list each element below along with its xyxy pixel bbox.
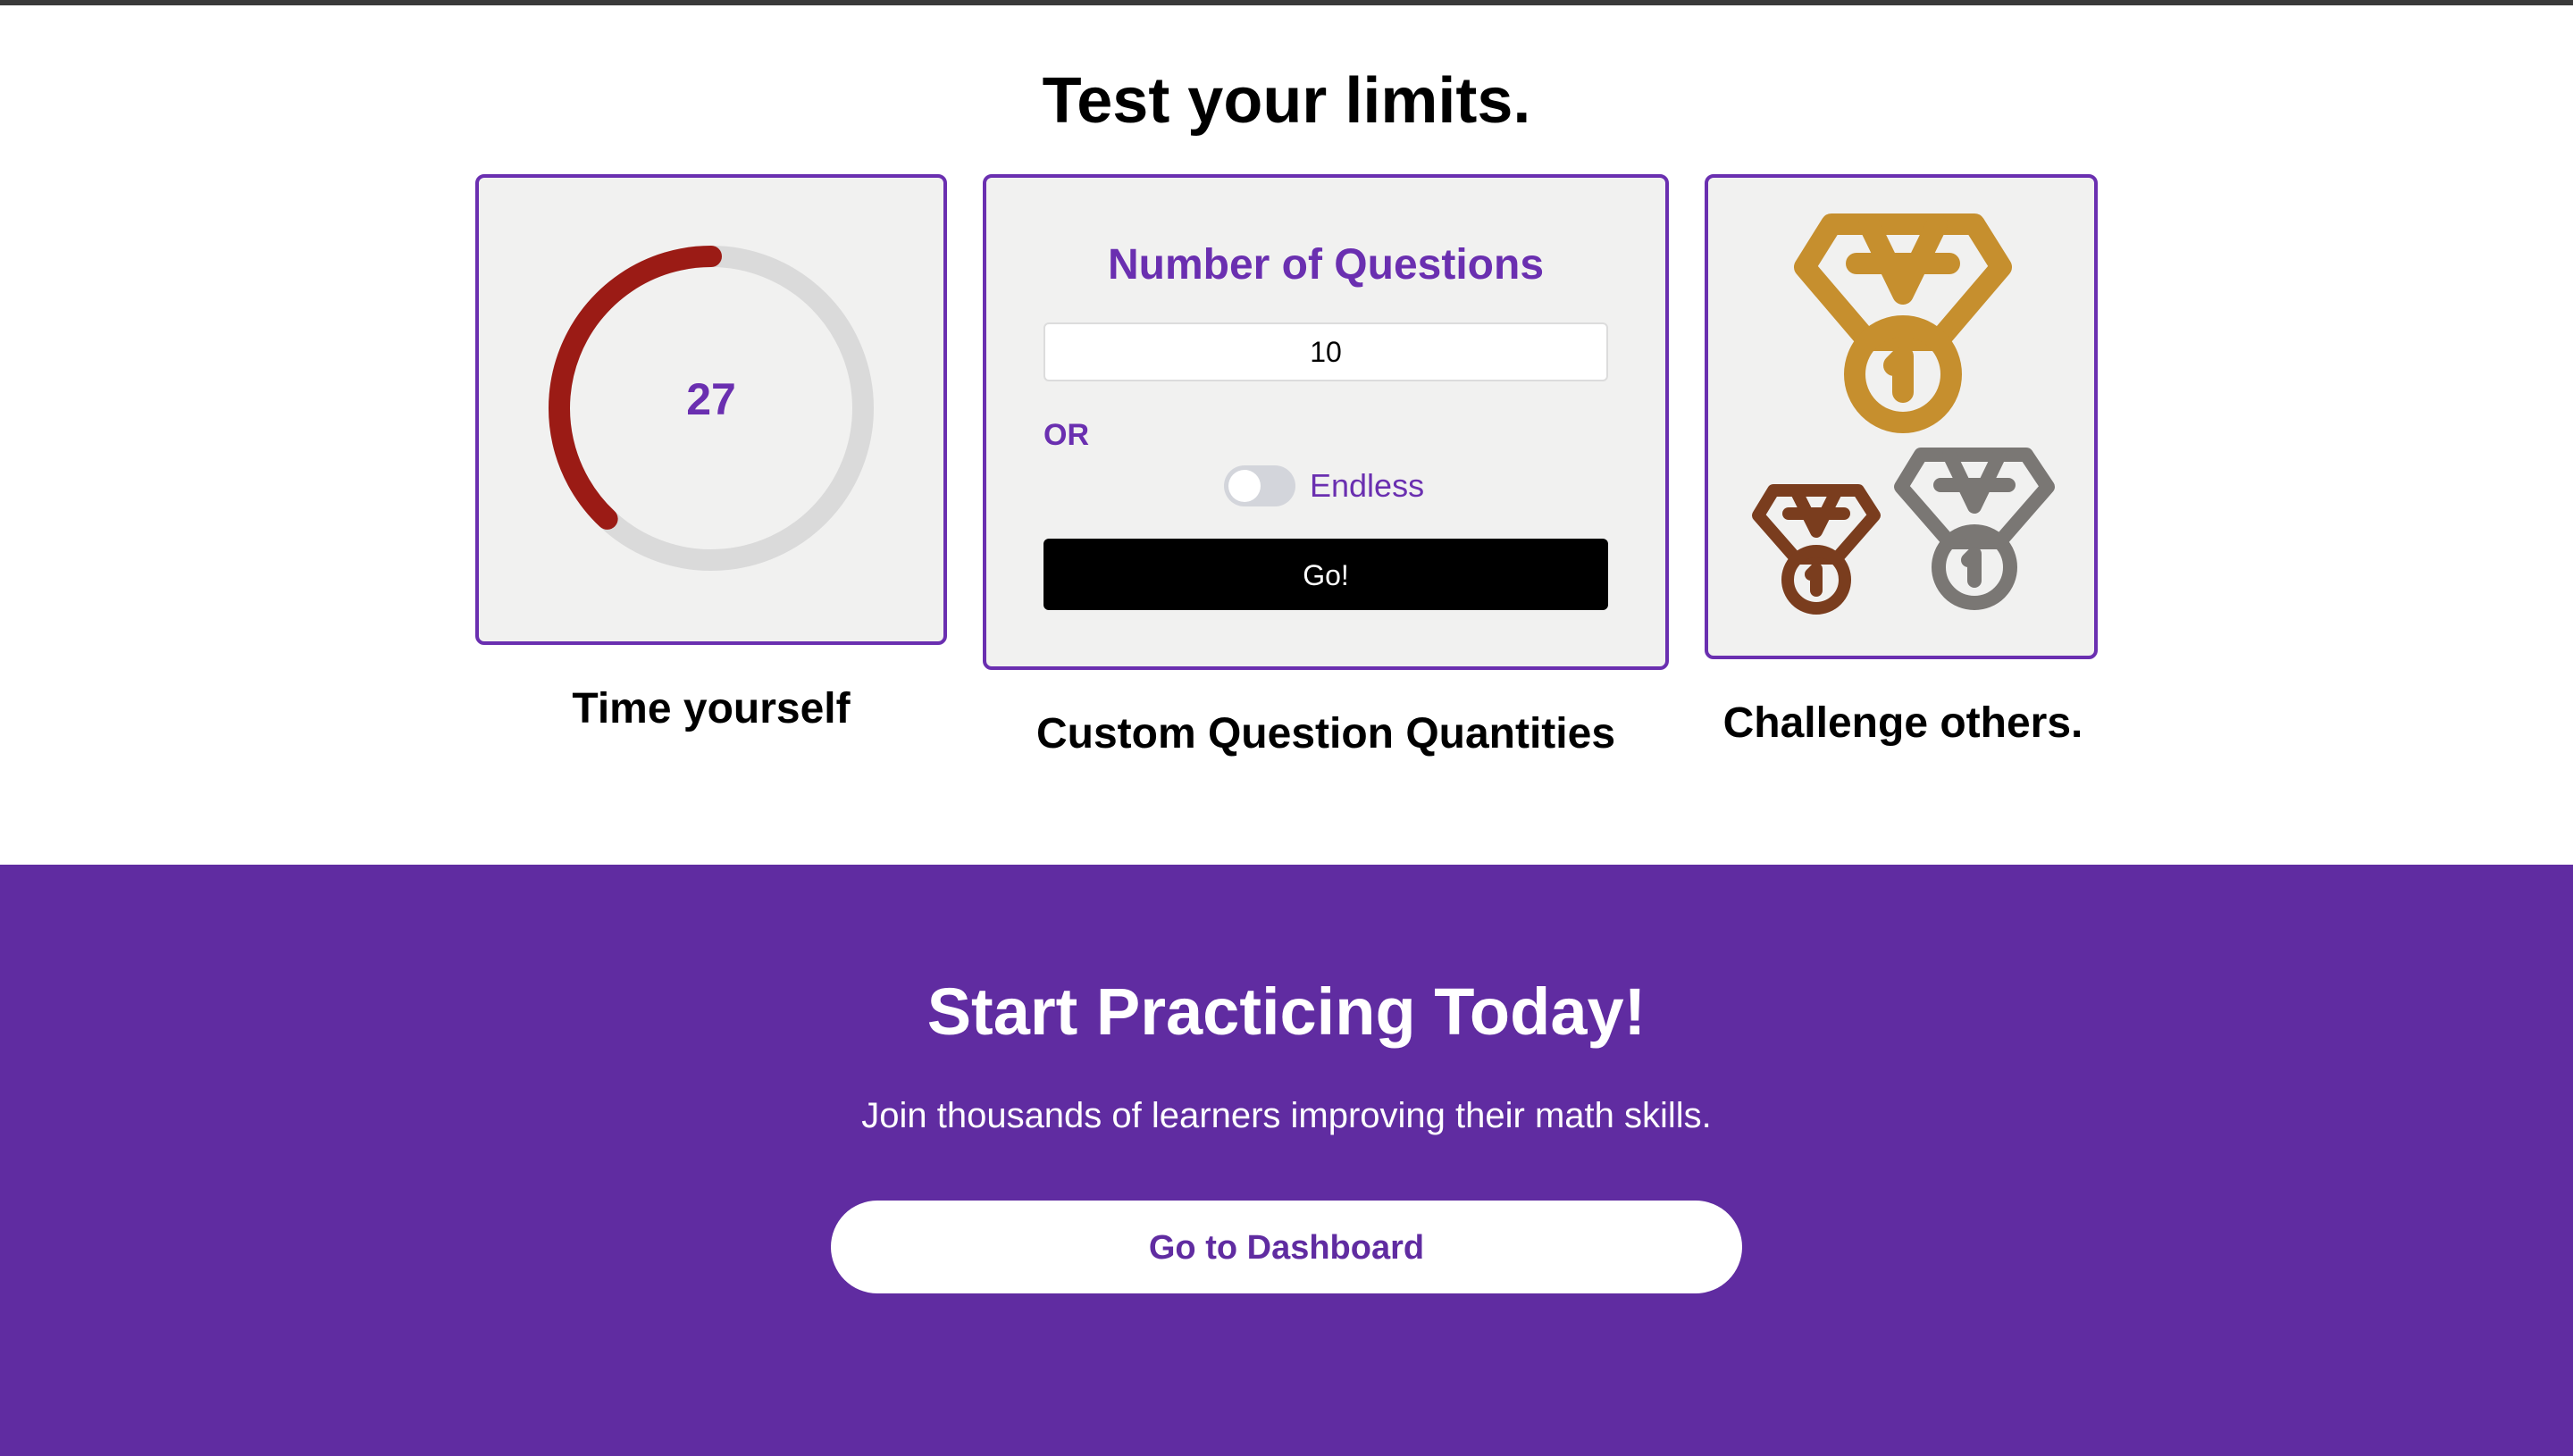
go-button[interactable]: Go! xyxy=(1043,539,1608,610)
gold-medal-icon xyxy=(1794,213,2012,433)
medals-graphic xyxy=(1752,213,2055,615)
features-title: Test your limits. xyxy=(1042,65,1531,137)
challenge-caption: Challenge others. xyxy=(1722,699,2083,747)
timer-value: 27 xyxy=(686,374,736,424)
endless-label: Endless xyxy=(1310,467,1425,504)
cta-subtitle: Join thousands of learners improving the… xyxy=(861,1096,1712,1135)
silver-medal-icon xyxy=(1894,448,2055,610)
cta-title: Start Practicing Today! xyxy=(926,975,1647,1049)
or-label: OR xyxy=(1043,418,1089,452)
questions-caption: Custom Question Quantities xyxy=(1035,710,1616,757)
toggle-knob xyxy=(1228,470,1261,502)
bronze-medal-icon xyxy=(1752,484,1881,615)
endless-toggle[interactable] xyxy=(1224,465,1295,506)
question-count-input[interactable] xyxy=(1043,322,1608,381)
timer-caption: Time yourself xyxy=(572,685,851,732)
challenge-card xyxy=(1705,174,2098,659)
timer-card: 27 xyxy=(475,174,947,645)
cta-section: Start Practicing Today! Join thousands o… xyxy=(0,865,2573,1456)
questions-card: Number of Questions OR Endless Go! xyxy=(983,174,1669,670)
features-section: Test your limits. 27 Time yourself Numbe… xyxy=(0,5,2573,865)
questions-heading: Number of Questions xyxy=(1107,241,1545,289)
go-to-dashboard-button[interactable]: Go to Dashboard xyxy=(831,1201,1742,1293)
